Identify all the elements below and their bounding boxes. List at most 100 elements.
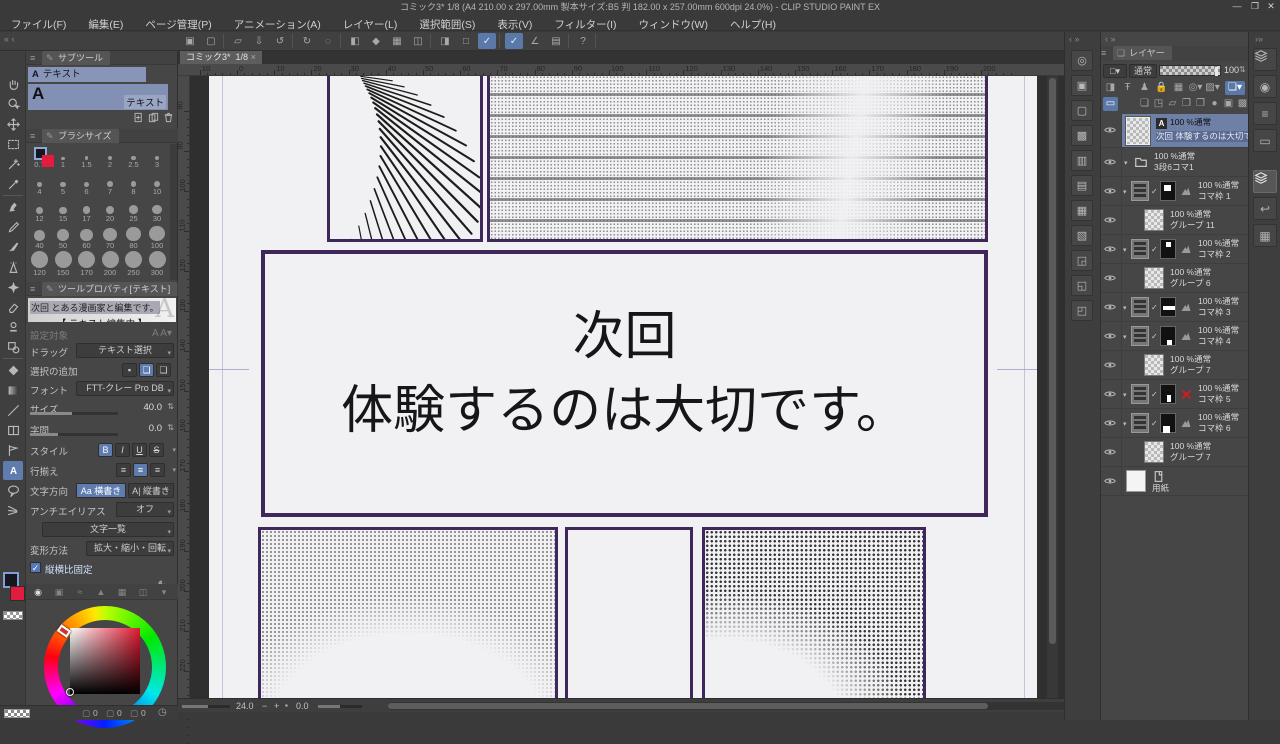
- spacing-spinner[interactable]: ⇅: [167, 423, 174, 432]
- layer-row-body[interactable]: A 100 %通常 次回 体験するのは大切で: [1122, 114, 1249, 147]
- zoom-in-button[interactable]: +: [274, 701, 279, 711]
- direction-vertical-button[interactable]: A| 縦書き: [128, 483, 174, 498]
- horizontal-scrollbar[interactable]: [388, 702, 1168, 710]
- layer-row-body[interactable]: ▾ ✓ 100 %通常 コマ枠 1: [1122, 177, 1249, 205]
- panel-menu-icon[interactable]: ≡: [30, 51, 40, 65]
- brush-size-300[interactable]: 300: [146, 251, 169, 279]
- brush-size-80[interactable]: 80: [122, 225, 145, 252]
- brush-grid-scrollbar[interactable]: [170, 144, 177, 280]
- layer-row-用紙[interactable]: 用紙: [1101, 467, 1249, 496]
- selection-new-button[interactable]: ▪: [122, 363, 137, 377]
- visibility-eye-icon[interactable]: [1104, 272, 1116, 284]
- align-left-button[interactable]: ≡: [116, 463, 131, 477]
- deselect-button[interactable]: ◌: [319, 33, 337, 49]
- layer-row-3段6コマ1[interactable]: ▾ 100 %通常 3段6コマ1: [1101, 148, 1249, 177]
- layer-new-icon-3[interactable]: ❐: [1179, 97, 1194, 111]
- colorwheel-tab-0[interactable]: ◉: [32, 586, 44, 598]
- visibility-eye-icon[interactable]: [1104, 301, 1116, 313]
- tool-pencil[interactable]: [3, 218, 23, 237]
- brush-size-50[interactable]: 50: [52, 225, 75, 252]
- dock-tab-item[interactable]: ▭: [1253, 129, 1277, 152]
- selection-sub-button[interactable]: ❏: [156, 363, 171, 377]
- dock-tab-layer-comp[interactable]: ◉: [1253, 75, 1277, 98]
- brush-size-6[interactable]: 6: [75, 171, 98, 198]
- tool-zoom[interactable]: [3, 55, 23, 74]
- strip-collapse-arrows[interactable]: ‹ »: [1069, 34, 1080, 44]
- menu-window[interactable]: ウィンドウ(W): [628, 17, 719, 33]
- layer-row-グループ 6[interactable]: 100 %通常 グループ 6: [1101, 264, 1249, 293]
- tool-line[interactable]: [3, 401, 23, 420]
- colorwheel-tab-2[interactable]: ≈: [74, 586, 86, 598]
- zoom-out-button[interactable]: −: [262, 701, 267, 711]
- brush-size-60[interactable]: 60: [75, 225, 98, 252]
- dock-tab-animation-cels[interactable]: ▦: [1253, 224, 1277, 247]
- fit-button[interactable]: ▪: [285, 701, 288, 710]
- brush-size-2.5[interactable]: 2.5: [122, 144, 145, 171]
- aspect-ratio-checkbox[interactable]: ✓: [30, 562, 41, 573]
- layer-row-コマ枠 5[interactable]: ▾ ✓ 100 %通常 コマ枠 5: [1101, 380, 1249, 409]
- zoom-slider[interactable]: [182, 705, 230, 708]
- subtool-item-text[interactable]: A テキスト: [28, 67, 146, 82]
- transform-select[interactable]: 拡大・縮小・回転 ▾: [86, 541, 174, 556]
- layer-lock-icon-4[interactable]: ▦: [1171, 81, 1186, 95]
- palette-button-sub-view[interactable]: ▣: [1071, 75, 1093, 96]
- minimize-button[interactable]: —: [1230, 0, 1244, 13]
- colorwheel-tab-5[interactable]: ◫: [137, 586, 149, 598]
- antialias-select[interactable]: オフ ▾: [116, 502, 174, 517]
- colorwheel-tab-6[interactable]: ▾: [158, 586, 170, 598]
- brush-size-5[interactable]: 5: [52, 171, 75, 198]
- layer-lock-icon-2[interactable]: ♟: [1137, 81, 1152, 95]
- visibility-eye-icon[interactable]: [1104, 330, 1116, 342]
- drag-select[interactable]: テキスト選択 ▾: [76, 343, 174, 358]
- maximize-button[interactable]: ❐: [1248, 0, 1262, 13]
- layer-row-body[interactable]: ▾ ✓ 100 %通常 コマ枠 6: [1122, 409, 1249, 437]
- dock-tab-layer-search[interactable]: [1253, 48, 1277, 71]
- tool-airbrush[interactable]: [3, 258, 23, 277]
- brush-size-8[interactable]: 8: [122, 171, 145, 198]
- scale-box-button[interactable]: ◫: [409, 33, 427, 49]
- brush-size-20[interactable]: 20: [99, 198, 122, 225]
- font-select[interactable]: FTT-クレー Pro DB ▾: [76, 381, 174, 396]
- blend-mode-select[interactable]: 通常: [1129, 64, 1157, 78]
- layer-row-body[interactable]: 100 %通常 グループ 6: [1122, 264, 1249, 292]
- size-spinner[interactable]: ⇅: [167, 402, 174, 411]
- layer-palette-mode-icon[interactable]: ▭: [1103, 97, 1118, 111]
- redo-button[interactable]: ↻: [298, 33, 316, 49]
- size-slider[interactable]: [30, 412, 118, 415]
- snap-grid-button[interactable]: ∠: [526, 33, 544, 49]
- expand-chevron-icon[interactable]: ▾: [1123, 333, 1127, 341]
- visibility-eye-icon[interactable]: [1104, 475, 1116, 487]
- panel-main-text[interactable]: 次回 体験するのは大切です。: [261, 250, 988, 517]
- tool-balloon[interactable]: [3, 481, 23, 500]
- expand-chevron-icon[interactable]: ▾: [1123, 420, 1127, 428]
- new-document-button[interactable]: ▢: [202, 33, 220, 49]
- tool-ruler[interactable]: [3, 441, 23, 460]
- layer-new-icon-1[interactable]: ◳: [1151, 97, 1166, 111]
- rotation-slider[interactable]: [318, 705, 362, 708]
- brush-size-170[interactable]: 170: [75, 251, 98, 279]
- tool-text[interactable]: A: [3, 461, 23, 480]
- layer-row-コマ枠 4[interactable]: ▾ ✓ 100 %通常 コマ枠 4: [1101, 322, 1249, 351]
- direction-horizontal-button[interactable]: Aa 横書き: [76, 483, 126, 498]
- panel-empty[interactable]: [565, 527, 693, 698]
- brush-size-7[interactable]: 7: [99, 171, 122, 198]
- layer-row-body[interactable]: ▾ ✓ 100 %通常 コマ枠 2: [1122, 235, 1249, 263]
- panel-tone-fade-right[interactable]: [702, 527, 926, 698]
- brush-size-30[interactable]: 30: [146, 198, 169, 225]
- tool-decoration[interactable]: [3, 278, 23, 297]
- menu-help[interactable]: ヘルプ(H): [719, 17, 787, 33]
- brush-size-250[interactable]: 250: [122, 251, 145, 279]
- panel-menu-icon[interactable]: ≡: [30, 282, 40, 296]
- layer-row-コマ枠 2[interactable]: ▾ ✓ 100 %通常 コマ枠 2: [1101, 235, 1249, 264]
- layer-new-icon-6[interactable]: ▣: [1221, 97, 1236, 111]
- palette-button-navigator[interactable]: ◎: [1071, 50, 1093, 71]
- brush-size-1[interactable]: 1: [52, 144, 75, 171]
- sv-square[interactable]: [70, 628, 140, 694]
- layer-type-filter[interactable]: □▾: [1103, 64, 1127, 78]
- expand-chevron-icon[interactable]: ▾: [1124, 159, 1128, 167]
- snap-special-ruler-button[interactable]: ✓: [505, 33, 523, 49]
- brush-size-15[interactable]: 15: [52, 198, 75, 225]
- palette-button-material-6[interactable]: ◲: [1071, 250, 1093, 271]
- layer-row-コマ枠 1[interactable]: ▾ ✓ 100 %通常 コマ枠 1: [1101, 177, 1249, 206]
- dock-tab-layer-property[interactable]: ≡: [1253, 102, 1277, 125]
